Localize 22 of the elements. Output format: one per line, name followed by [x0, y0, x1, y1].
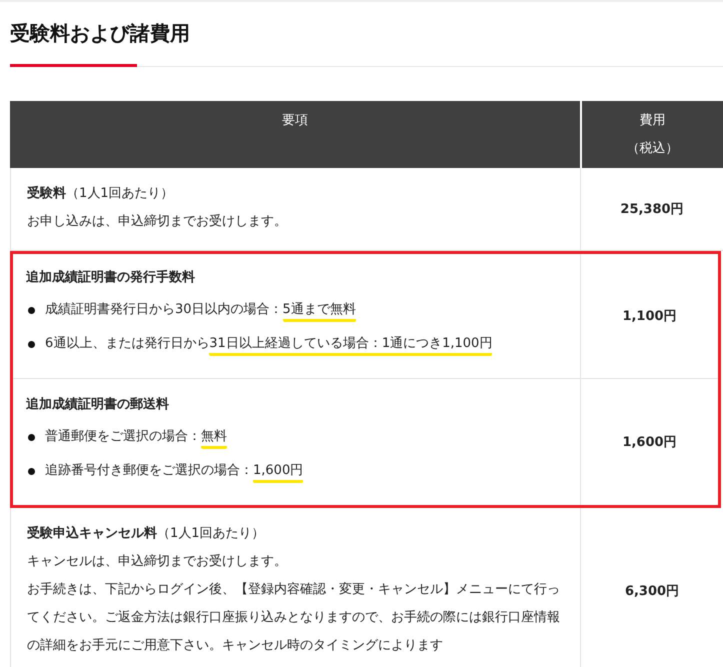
bullet-icon	[28, 434, 35, 440]
item-title: 追加成績証明書の発行手数料	[26, 268, 196, 287]
bullet-text: 追跡番号付き郵便をご選択の場合：1,600円	[45, 457, 304, 485]
fee-amount: 25,380円	[620, 201, 684, 218]
bullet-icon	[28, 468, 35, 474]
bullet-icon	[28, 306, 35, 314]
page-title: 受験料および諸費用	[10, 20, 191, 47]
bullet-text: 成績証明書発行日から30日以内の場合：5通まで無料	[45, 296, 356, 324]
column-header: 費用 （税込）	[580, 101, 723, 168]
description: キャンセルは、申込締切までお受けします。	[27, 553, 288, 571]
fee-amount: 1,600円	[622, 434, 677, 451]
item-title: 受験料（1人1回あたり）	[27, 184, 175, 203]
item-title: 追加成績証明書の郵送料	[26, 396, 170, 414]
description: お手続きは、下記からログイン後、【登録内容確認・変更・キャンセル】メニューにて行ってください。ご返金方法は銀行口座振り込みとなりますので、お手続の際には銀行口座情報の詳細をお手元にご用意下さい。キャンセル時のタイミングによります	[27, 581, 561, 655]
description: お申し込みは、申込締切までお受けします。	[27, 213, 288, 231]
fee-amount: 1,100円	[622, 308, 677, 325]
bullet-icon	[28, 340, 35, 348]
fee-amount: 6,300円	[624, 583, 680, 600]
bullet-text: 普通郵便をご選択の場合：無料	[45, 423, 227, 451]
bullet-text: 6通以上、または発行日から31日以上経過している場合：1通につき1,100円	[45, 330, 492, 358]
column-header: 要項	[10, 101, 580, 168]
item-title: 受験申込キャンセル料（1人1回あたり）	[27, 524, 266, 543]
